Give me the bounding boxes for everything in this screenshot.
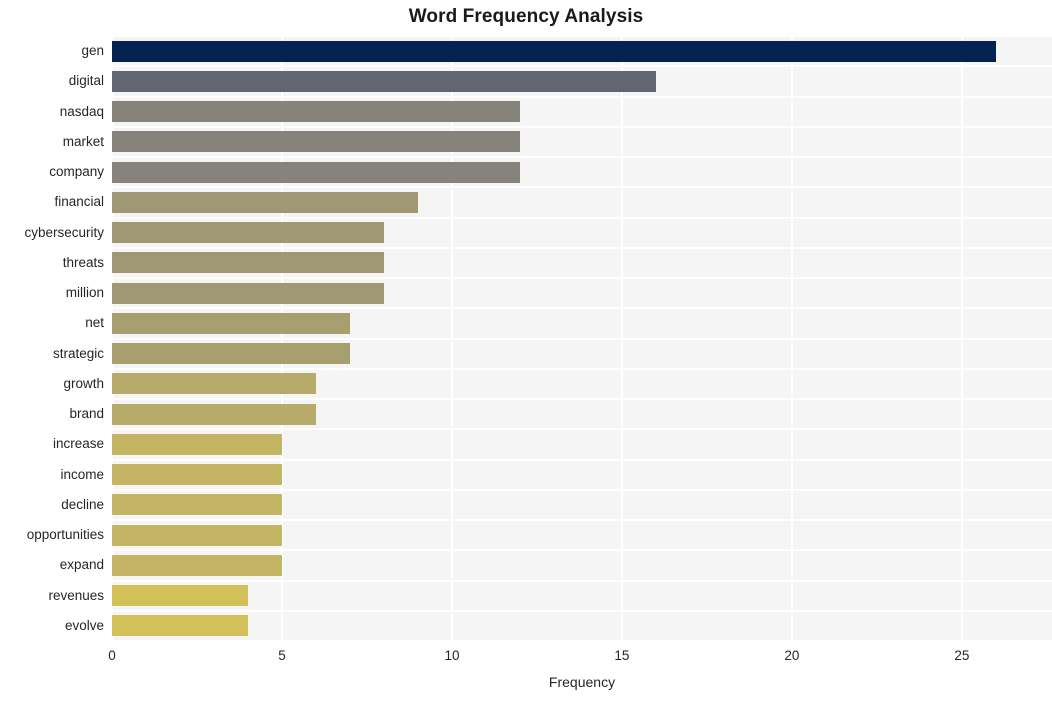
y-axis-tick-label: strategic — [52, 345, 104, 361]
bars-layer — [112, 36, 1052, 641]
bar — [112, 252, 384, 274]
y-axis-tick-label: threats — [62, 254, 104, 270]
y-axis-tick-label: income — [60, 466, 104, 482]
bar — [112, 70, 656, 92]
x-axis-tick-label: 10 — [444, 648, 460, 663]
word-frequency-bar-chart: Word Frequency Analysis gen digital nasdaq… — [0, 0, 1052, 701]
y-axis-tick-label: financial — [54, 194, 104, 210]
bar — [112, 131, 520, 153]
bar — [112, 615, 248, 637]
bar — [112, 494, 282, 516]
y-axis-tick-label: gen — [81, 43, 104, 59]
bar — [112, 403, 316, 425]
x-axis-tick-label: 5 — [278, 648, 286, 663]
bar — [112, 343, 350, 365]
y-axis-tick-label: opportunities — [26, 527, 104, 543]
y-axis-tick-label: net — [85, 315, 104, 331]
y-axis-tick-label: growth — [63, 375, 104, 391]
x-axis-tick-label: 0 — [108, 648, 116, 663]
bar — [112, 524, 282, 546]
chart-title: Word Frequency Analysis — [408, 6, 644, 27]
y-axis-tick-label: increase — [52, 436, 104, 452]
y-axis-tick-label: expand — [59, 557, 104, 573]
plot-area — [112, 36, 1052, 641]
bar — [112, 222, 384, 244]
y-axis-tick-labels: gen digital nasdaq market company financial cy… — [0, 36, 104, 641]
y-axis-tick-label: company — [49, 164, 104, 180]
bar — [112, 373, 316, 395]
bar — [112, 585, 248, 607]
y-axis-tick-label: decline — [61, 496, 104, 512]
bar — [112, 312, 350, 334]
bar — [112, 101, 520, 123]
x-axis-tick-labels: 0 5 10 15 20 25 — [0, 648, 1052, 668]
y-axis-tick-label: market — [62, 133, 104, 149]
y-axis-tick-label: evolve — [64, 617, 104, 633]
bar — [112, 464, 282, 486]
bar — [112, 161, 520, 183]
x-axis-tick-label: 25 — [954, 648, 970, 663]
x-axis-tick-label: 15 — [614, 648, 630, 663]
x-axis-label: Frequency — [548, 674, 616, 690]
y-axis-tick-label: nasdaq — [59, 103, 104, 119]
bar — [112, 433, 282, 455]
x-axis-tick-label: 20 — [784, 648, 800, 663]
bar — [112, 554, 282, 576]
y-axis-tick-label: cybersecurity — [24, 224, 104, 240]
bar — [112, 282, 384, 304]
y-axis-tick-label: digital — [68, 73, 104, 89]
bar — [112, 191, 418, 213]
y-axis-tick-label: million — [65, 285, 104, 301]
bar — [112, 40, 996, 62]
y-axis-tick-label: revenues — [48, 587, 104, 603]
y-axis-tick-label: brand — [69, 406, 104, 422]
